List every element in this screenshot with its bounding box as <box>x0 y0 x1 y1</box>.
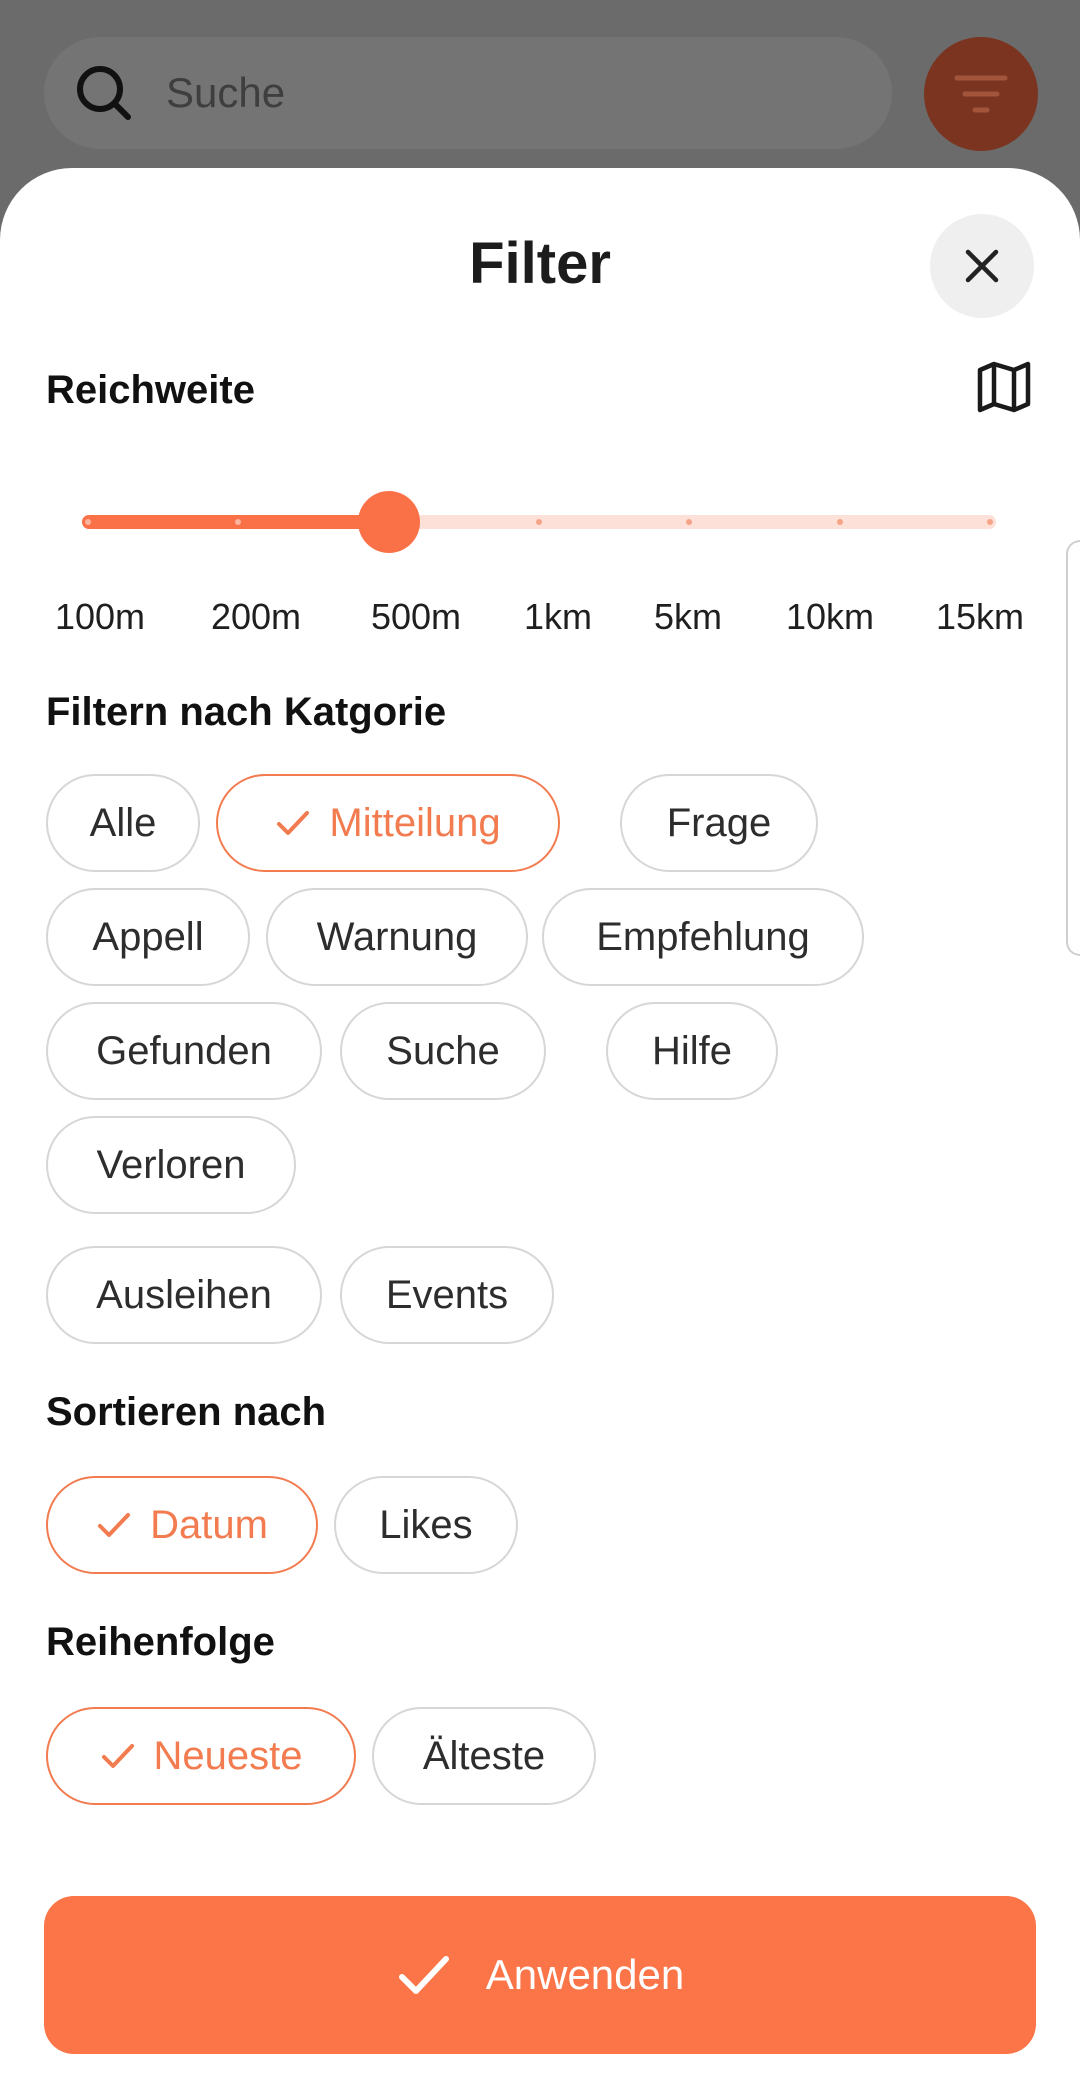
close-icon <box>965 249 999 283</box>
sort-label: Sortieren nach <box>46 1390 327 1434</box>
chip-empfehlung[interactable]: Empfehlung <box>542 888 864 986</box>
chip-label: Warnung <box>316 914 478 959</box>
search-icon <box>77 66 131 120</box>
chip-events[interactable]: Events <box>340 1246 554 1344</box>
slider-thumb[interactable] <box>357 491 420 553</box>
check-icon <box>398 1956 449 1994</box>
filter-sheet: Filter Reichweite 100m 200m 500m 1km 5km 10km… <box>0 168 1080 2094</box>
range-tick-label[interactable]: 5km <box>654 596 722 638</box>
chip-label: Ausleihen <box>96 1272 272 1317</box>
search-input[interactable]: Suche <box>44 37 892 149</box>
slider-stop-dot <box>836 519 843 525</box>
slider-stop-dot <box>85 519 91 525</box>
range-tick-label[interactable]: 100m <box>55 596 145 638</box>
top-bar: Suche <box>0 0 1080 170</box>
chip-hilfe[interactable]: Hilfe <box>606 1002 778 1100</box>
edge-handle[interactable] <box>1066 540 1080 956</box>
chip-likes[interactable]: Likes <box>334 1476 518 1574</box>
chip-gefunden[interactable]: Gefunden <box>46 1002 322 1100</box>
chip-warnung[interactable]: Warnung <box>266 888 528 986</box>
range-tick-label[interactable]: 200m <box>211 596 301 638</box>
slider-stop-dot <box>536 519 542 525</box>
chip-mitteilung[interactable]: Mitteilung <box>216 774 560 872</box>
chip-label: Mitteilung <box>329 800 501 845</box>
chip-label: Hilfe <box>651 1028 733 1073</box>
chip-label: Verloren <box>96 1142 246 1187</box>
chip-verloren[interactable]: Verloren <box>46 1116 296 1214</box>
chip-label: Events <box>385 1272 509 1317</box>
check-icon <box>98 1513 131 1537</box>
check-icon <box>101 1744 134 1768</box>
chip-label: Neueste <box>153 1733 303 1778</box>
order-label: Reihenfolge <box>46 1620 275 1664</box>
chip-label: Likes <box>379 1502 473 1547</box>
chip-neueste[interactable]: Neueste <box>46 1707 356 1805</box>
chip-label: Suche <box>386 1028 500 1073</box>
category-label: Filtern nach Katgorie <box>46 690 447 734</box>
chip-frage[interactable]: Frage <box>620 774 818 872</box>
chip-label: Datum <box>150 1502 268 1547</box>
range-tick-label[interactable]: 15km <box>936 596 1024 638</box>
chip-alle[interactable]: Alle <box>46 774 200 872</box>
chip-label: Appell <box>92 914 204 959</box>
range-tick-label[interactable]: 10km <box>786 596 874 638</box>
apply-button[interactable]: Anwenden <box>44 1896 1036 2054</box>
sheet-title: Filter <box>469 231 611 296</box>
chip-älteste[interactable]: Älteste <box>372 1707 596 1805</box>
chip-label: Gefunden <box>96 1028 272 1073</box>
check-icon <box>277 811 310 835</box>
filter-button[interactable] <box>924 37 1038 151</box>
chip-label: Frage <box>666 800 772 845</box>
chip-label: Älteste <box>422 1733 546 1778</box>
chip-datum[interactable]: Datum <box>46 1476 318 1574</box>
chip-label: Empfehlung <box>596 914 810 959</box>
apply-label: Anwenden <box>485 1951 685 1998</box>
map-icon[interactable] <box>976 358 1032 414</box>
chip-ausleihen[interactable]: Ausleihen <box>46 1246 322 1344</box>
chip-appell[interactable]: Appell <box>46 888 250 986</box>
close-button[interactable] <box>930 214 1034 318</box>
range-tick-label[interactable]: 500m <box>371 596 461 638</box>
range-tick-label[interactable]: 1km <box>524 596 592 638</box>
filter-icon <box>954 75 1008 113</box>
range-label: Reichweite <box>46 368 255 412</box>
search-placeholder: Suche <box>166 69 286 116</box>
chip-label: Alle <box>89 800 157 845</box>
slider-stop-dot <box>987 519 993 525</box>
chip-suche[interactable]: Suche <box>340 1002 546 1100</box>
